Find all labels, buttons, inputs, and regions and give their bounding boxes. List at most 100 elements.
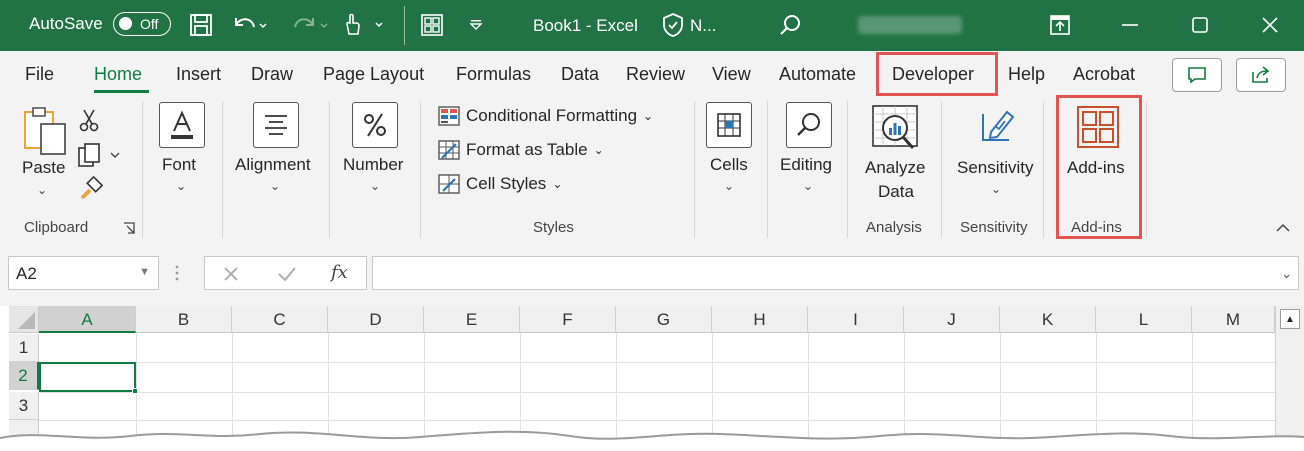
column-header-C[interactable]: C — [232, 306, 328, 333]
fill-handle[interactable] — [132, 388, 138, 394]
cancel-entry-icon[interactable] — [221, 264, 241, 289]
sensitivity-dropdown-chevron[interactable]: ⌄ — [991, 182, 1001, 196]
row-header-2[interactable]: 2 — [9, 362, 39, 390]
name-box[interactable]: A2 ▼ — [8, 256, 159, 290]
analyze-data-label-line2[interactable]: Data — [878, 182, 914, 202]
paste-label[interactable]: Paste — [22, 158, 65, 178]
alignment-dropdown-chevron[interactable]: ⌄ — [270, 179, 280, 193]
share-button[interactable] — [1236, 58, 1286, 92]
format-painter-icon[interactable] — [78, 175, 104, 207]
minimize-icon[interactable] — [1115, 11, 1145, 39]
formula-input[interactable]: ⌄ — [372, 256, 1299, 290]
editing-dropdown-chevron[interactable]: ⌄ — [803, 179, 813, 193]
close-icon[interactable] — [1255, 11, 1285, 39]
font-icon[interactable] — [159, 102, 205, 148]
cell-styles-button[interactable]: Cell Styles ⌄ — [438, 174, 562, 194]
autosave-toggle[interactable]: Off — [113, 12, 171, 36]
column-header-H[interactable]: H — [712, 306, 808, 333]
analyze-data-icon[interactable] — [871, 104, 921, 157]
group-separator — [142, 101, 143, 238]
tab-acrobat[interactable]: Acrobat — [1073, 64, 1135, 85]
column-header-B[interactable]: B — [136, 306, 232, 333]
font-label[interactable]: Font — [162, 155, 196, 175]
cells-label[interactable]: Cells — [710, 155, 748, 175]
add-ins-highlight — [1056, 95, 1142, 239]
tab-data[interactable]: Data — [561, 64, 599, 85]
user-account-avatar[interactable] — [858, 16, 962, 34]
column-header-F[interactable]: F — [520, 306, 616, 333]
row-header-1[interactable]: 1 — [9, 334, 39, 362]
column-header-M[interactable]: M — [1192, 306, 1275, 333]
tab-automate[interactable]: Automate — [779, 64, 856, 85]
select-all-button[interactable] — [9, 306, 39, 333]
column-header-J[interactable]: J — [904, 306, 1000, 333]
conditional-formatting-button[interactable]: Conditional Formatting ⌄ — [438, 106, 653, 126]
editing-icon[interactable] — [786, 102, 832, 148]
clipboard-dialog-launcher-icon[interactable] — [122, 221, 136, 240]
confirm-entry-icon[interactable] — [276, 264, 298, 289]
format-as-table-label: Format as Table — [466, 140, 588, 159]
tab-view[interactable]: View — [712, 64, 751, 85]
formula-bar-resize-handle-icon[interactable] — [174, 262, 180, 289]
redo-icon[interactable] — [285, 11, 330, 39]
sensitivity-label-short[interactable]: N... — [690, 16, 716, 36]
number-format-icon[interactable] — [352, 102, 398, 148]
analyze-data-label-line1[interactable]: Analyze — [865, 158, 925, 178]
tab-review[interactable]: Review — [626, 64, 685, 85]
paste-icon[interactable] — [22, 106, 68, 161]
column-header-D[interactable]: D — [328, 306, 424, 333]
search-icon[interactable] — [776, 11, 804, 39]
insert-function-button[interactable]: fx — [331, 262, 348, 283]
tab-home[interactable]: Home — [94, 64, 142, 85]
save-icon[interactable] — [187, 11, 215, 39]
editing-label[interactable]: Editing — [780, 155, 832, 175]
comments-button[interactable] — [1172, 58, 1222, 92]
sensitivity-icon[interactable] — [977, 104, 1021, 153]
paste-dropdown-chevron[interactable]: ⌄ — [37, 183, 47, 197]
column-header-E[interactable]: E — [424, 306, 520, 333]
cut-icon[interactable] — [78, 108, 100, 137]
toggle-knob — [119, 17, 132, 30]
row-header-3[interactable]: 3 — [9, 392, 39, 420]
group-separator — [847, 101, 848, 238]
analysis-group-label: Analysis — [866, 219, 922, 236]
column-header-K[interactable]: K — [1000, 306, 1096, 333]
tab-page-layout[interactable]: Page Layout — [323, 64, 424, 85]
undo-icon[interactable] — [229, 11, 269, 39]
alignment-label[interactable]: Alignment — [235, 155, 311, 175]
column-header-L[interactable]: L — [1096, 306, 1192, 333]
cells-dropdown-chevron[interactable]: ⌄ — [724, 179, 734, 193]
collapse-ribbon-icon[interactable] — [1275, 221, 1291, 239]
customize-toolbar-icon[interactable] — [466, 11, 486, 39]
expand-formula-bar-icon[interactable]: ⌄ — [1281, 266, 1292, 282]
group-separator — [694, 101, 695, 238]
alignment-icon[interactable] — [253, 102, 299, 148]
copy-icon[interactable] — [77, 142, 123, 173]
sensitivity-shield-icon[interactable] — [660, 11, 686, 39]
form-icon[interactable] — [418, 11, 446, 39]
document-title: Book1 - Excel — [533, 16, 638, 35]
column-header-A[interactable]: A — [39, 306, 136, 333]
column-header-I[interactable]: I — [808, 306, 904, 333]
sensitivity-label[interactable]: Sensitivity — [957, 158, 1034, 178]
cells-icon[interactable] — [706, 102, 752, 148]
active-tab-underline — [94, 90, 149, 93]
scroll-up-arrow-icon[interactable]: ▲ — [1280, 309, 1300, 329]
touch-mode-icon[interactable] — [339, 11, 387, 39]
tab-insert[interactable]: Insert — [176, 64, 221, 85]
format-as-table-button[interactable]: Format as Table ⌄ — [438, 140, 604, 160]
column-header-G[interactable]: G — [616, 306, 712, 333]
tab-formulas[interactable]: Formulas — [456, 64, 531, 85]
tab-file[interactable]: File — [25, 64, 54, 85]
tab-help[interactable]: Help — [1008, 64, 1045, 85]
name-box-dropdown-icon[interactable]: ▼ — [139, 266, 150, 278]
maximize-icon[interactable] — [1185, 11, 1215, 39]
number-dropdown-chevron[interactable]: ⌄ — [370, 179, 380, 193]
ribbon-display-options-icon[interactable] — [1045, 11, 1075, 39]
font-dropdown-chevron[interactable]: ⌄ — [176, 179, 186, 193]
active-cell-A2[interactable] — [39, 362, 138, 394]
tab-draw[interactable]: Draw — [251, 64, 293, 85]
sensitivity-group-label: Sensitivity — [960, 219, 1028, 236]
number-label[interactable]: Number — [343, 155, 403, 175]
group-separator — [222, 101, 223, 238]
